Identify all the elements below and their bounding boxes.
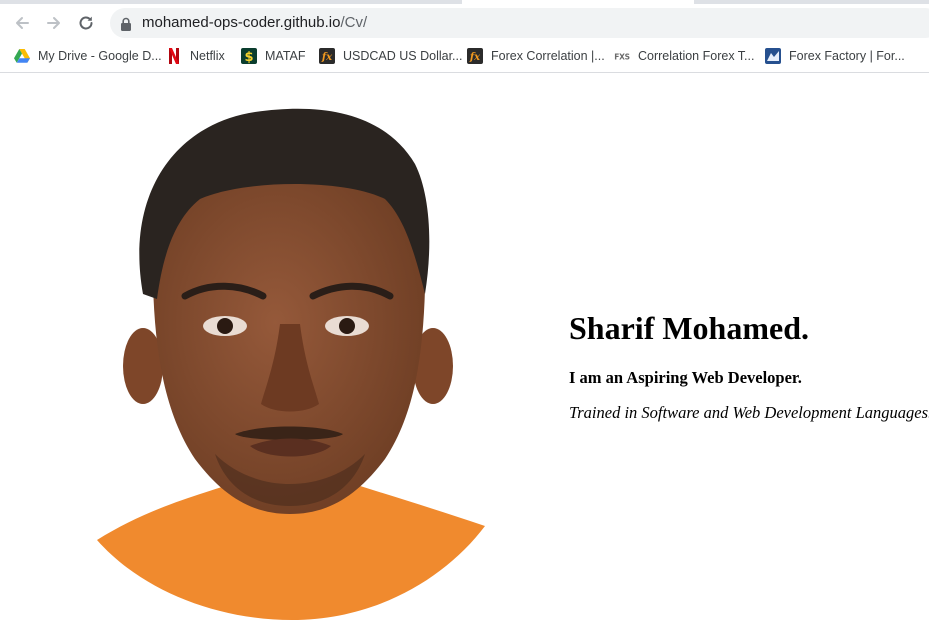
profile-photo <box>85 74 498 620</box>
profile-tagline: I am an Aspiring Web Developer. <box>569 368 802 387</box>
bookmark-mataf[interactable]: $ MATAF <box>241 46 306 66</box>
bookmark-label: MATAF <box>265 49 306 63</box>
back-button[interactable] <box>9 10 35 36</box>
google-drive-icon <box>14 48 30 64</box>
bookmark-correlation-forex[interactable]: FXS Correlation Forex T... <box>614 46 754 66</box>
netflix-icon <box>166 48 182 64</box>
arrow-left-icon <box>16 17 29 29</box>
bookmarks-bar: My Drive - Google D... Netflix $ MATAF f… <box>0 40 929 73</box>
address-bar[interactable]: mohamed-ops-coder.github.io/Cv/ <box>110 8 929 38</box>
fx-icon: fx <box>319 48 335 64</box>
bookmark-forex-factory[interactable]: Forex Factory | For... <box>765 46 905 66</box>
forex-factory-icon <box>765 48 781 64</box>
bookmark-my-drive[interactable]: My Drive - Google D... <box>14 46 162 66</box>
arrow-right-icon <box>47 17 60 29</box>
bookmark-forex-correlation[interactable]: fx Forex Correlation |... <box>467 46 605 66</box>
bookmark-usdcad[interactable]: fx USDCAD US Dollar... <box>319 46 462 66</box>
lock-icon[interactable] <box>120 17 132 31</box>
url-text[interactable]: mohamed-ops-coder.github.io/Cv/ <box>142 14 367 32</box>
bookmark-label: Correlation Forex T... <box>638 49 755 63</box>
bookmark-netflix[interactable]: Netflix <box>166 46 225 66</box>
browser-toolbar: mohamed-ops-coder.github.io/Cv/ <box>0 4 929 40</box>
url-host: mohamed-ops-coder.github.io <box>142 14 341 31</box>
svg-text:fx: fx <box>321 52 333 63</box>
svg-text:$: $ <box>244 50 253 64</box>
bookmark-label: USDCAD US Dollar... <box>343 49 463 63</box>
reload-icon <box>79 16 93 30</box>
bookmark-label: Forex Factory | For... <box>789 49 905 63</box>
bookmark-label: Forex Correlation |... <box>491 49 605 63</box>
bookmark-label: My Drive - Google D... <box>38 49 162 63</box>
svg-text:fx: fx <box>469 52 481 63</box>
bookmark-label: Netflix <box>190 49 225 63</box>
profile-name: Sharif Mohamed. <box>569 310 809 346</box>
fxs-icon: FXS <box>614 48 630 64</box>
url-path: /Cv/ <box>340 14 368 31</box>
forward-button[interactable] <box>41 10 67 36</box>
profile-subline: Trained in Software and Web Development … <box>569 403 929 422</box>
svg-text:FXS: FXS <box>614 53 629 62</box>
mataf-dollar-icon: $ <box>241 48 257 64</box>
fx-icon: fx <box>467 48 483 64</box>
reload-button[interactable] <box>73 10 99 36</box>
